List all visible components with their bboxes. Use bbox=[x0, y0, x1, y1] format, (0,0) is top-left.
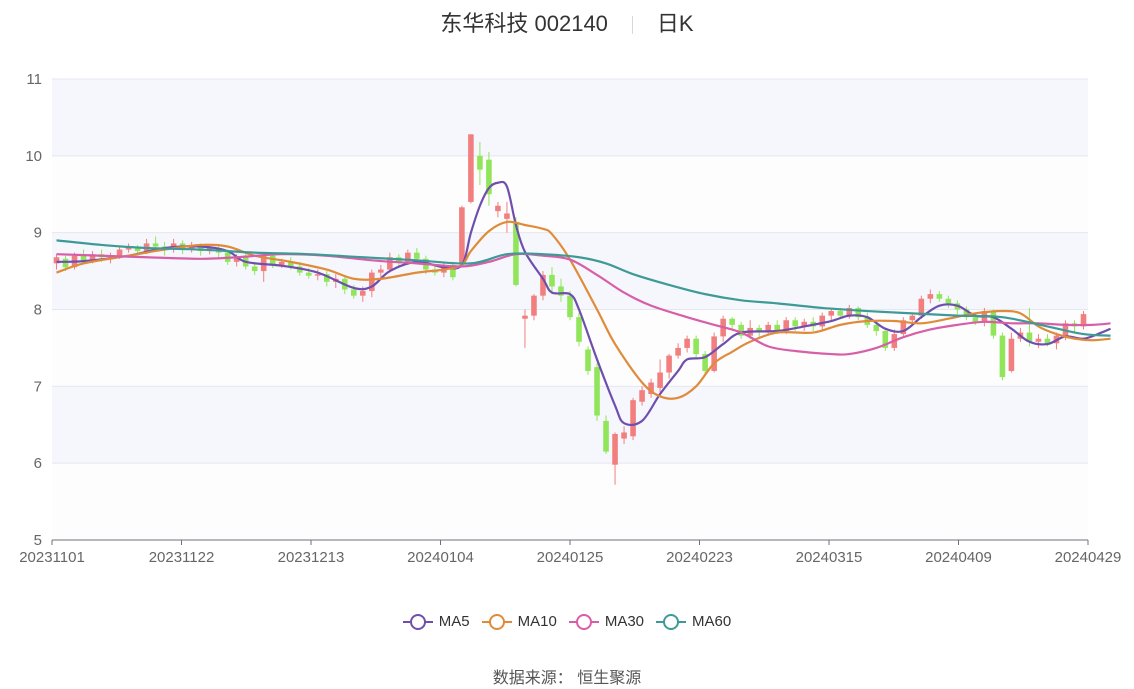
legend-marker-icon bbox=[481, 613, 512, 630]
data-source: 数据来源： 恒生聚源 bbox=[492, 670, 642, 687]
x-tick-label: 20240429 bbox=[1055, 549, 1122, 566]
candle-body bbox=[972, 317, 979, 322]
legend-label: MA60 bbox=[692, 613, 732, 630]
legend-item-ma10[interactable]: MA10 bbox=[481, 613, 557, 630]
candle-body bbox=[945, 298, 952, 304]
x-tick-label: 20231122 bbox=[149, 549, 215, 566]
candle-body bbox=[567, 295, 573, 318]
candle-body bbox=[657, 372, 663, 388]
candle-body bbox=[504, 213, 510, 219]
candle-body bbox=[360, 291, 366, 296]
candle-body bbox=[936, 294, 943, 299]
chart-canvas: 5 6 7 8 9 10 11 20231101 20231122 20231213 2024010… bbox=[19, 71, 1122, 566]
candle-body bbox=[594, 367, 600, 416]
x-tick-label: 20231101 bbox=[19, 549, 85, 566]
candle-body bbox=[1008, 338, 1015, 371]
legend-label: MA5 bbox=[438, 613, 470, 630]
y-tick-label: 10 bbox=[25, 148, 42, 165]
y-tick-label: 11 bbox=[26, 71, 42, 88]
candle-body bbox=[152, 243, 159, 247]
plot-band bbox=[52, 155, 1088, 233]
candle-body bbox=[1035, 338, 1042, 342]
legend-item-ma5[interactable]: MA5 bbox=[402, 613, 470, 630]
candle-body bbox=[621, 432, 627, 439]
candle-body bbox=[468, 134, 474, 202]
candle-body bbox=[828, 311, 835, 316]
candle-body bbox=[576, 317, 582, 342]
candle-body bbox=[873, 324, 880, 332]
candle-body bbox=[684, 338, 690, 348]
y-tick-label: 6 bbox=[34, 455, 42, 472]
candle-body bbox=[603, 420, 609, 452]
candle-body bbox=[819, 315, 826, 327]
y-tick-label: 8 bbox=[34, 302, 42, 319]
candle-body bbox=[125, 248, 132, 250]
x-tick-label: 20240409 bbox=[925, 549, 992, 566]
candle-body bbox=[251, 266, 258, 272]
y-tick-label: 7 bbox=[34, 378, 42, 395]
candle-body bbox=[495, 205, 501, 212]
candle-body bbox=[792, 320, 799, 327]
candle-body bbox=[350, 289, 357, 296]
candle-body bbox=[612, 433, 618, 465]
legend-label: MA30 bbox=[604, 613, 645, 630]
legend-label: MA10 bbox=[517, 613, 557, 630]
candle-body bbox=[639, 390, 645, 402]
candle-body bbox=[477, 155, 483, 170]
candle-body bbox=[585, 349, 591, 371]
candle-body bbox=[999, 335, 1006, 378]
candle-body bbox=[909, 315, 916, 321]
candle-body bbox=[531, 295, 537, 316]
y-tick-label: 9 bbox=[34, 225, 42, 242]
candle-body bbox=[666, 355, 672, 373]
x-tick-label: 20240223 bbox=[666, 549, 733, 566]
candle-body bbox=[549, 274, 555, 287]
plot-band bbox=[52, 463, 1088, 540]
legend: MA5 MA10 MA30 MA60 bbox=[0, 613, 1134, 634]
candle-body bbox=[522, 315, 528, 319]
candle-body bbox=[630, 400, 636, 437]
candle-body bbox=[459, 207, 465, 264]
candle-body bbox=[927, 294, 934, 299]
candle-body bbox=[729, 318, 735, 325]
legend-item-ma30[interactable]: MA30 bbox=[568, 613, 645, 630]
plot-band bbox=[52, 386, 1088, 464]
candle-body bbox=[80, 255, 87, 261]
x-tick-label: 20240315 bbox=[796, 549, 863, 566]
candle-body bbox=[414, 252, 420, 259]
candle-body bbox=[62, 258, 69, 268]
candle-body bbox=[378, 269, 384, 273]
candle-body bbox=[116, 249, 123, 256]
x-tick-label: 20231213 bbox=[278, 549, 345, 566]
candle-body bbox=[693, 338, 699, 355]
candle-body bbox=[305, 272, 312, 276]
x-tick-label: 20240125 bbox=[537, 549, 604, 566]
plot-band bbox=[52, 79, 1088, 156]
candle-body bbox=[990, 311, 997, 336]
legend-marker-icon bbox=[656, 613, 687, 630]
x-tick-label: 20240104 bbox=[407, 549, 474, 566]
legend-marker-icon bbox=[568, 613, 599, 630]
legend-item-ma60[interactable]: MA60 bbox=[656, 613, 731, 630]
legend-marker-icon bbox=[402, 613, 433, 630]
candle-body bbox=[675, 347, 681, 356]
candle-body bbox=[837, 311, 844, 316]
y-tick-label: 5 bbox=[34, 532, 42, 549]
